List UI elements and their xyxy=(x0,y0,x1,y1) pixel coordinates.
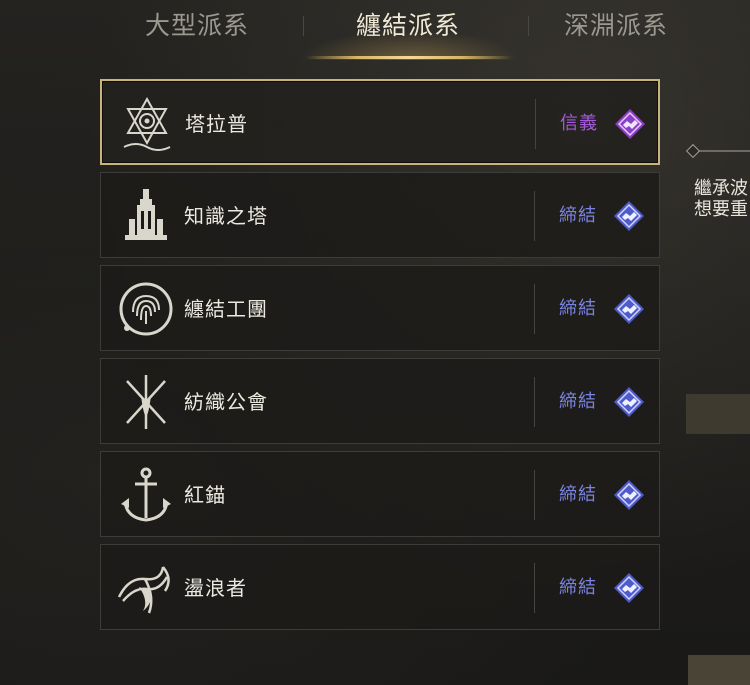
row-divider xyxy=(534,563,535,613)
row-divider xyxy=(534,191,535,241)
fingerprint-emblem-icon xyxy=(119,282,173,336)
relation-status: 締結 xyxy=(559,391,597,412)
row-divider xyxy=(534,470,535,520)
handshake-badge-icon xyxy=(614,294,644,324)
faction-tabs: 大型派系 纏結派系 深淵派系 xyxy=(0,0,750,62)
faction-name: 紅錨 xyxy=(184,483,226,507)
wave-emblem-icon xyxy=(117,566,170,614)
active-tab-underline xyxy=(306,56,512,59)
tab-abyss-factions[interactable]: 深淵派系 xyxy=(536,6,696,46)
tab-major-factions[interactable]: 大型派系 xyxy=(117,6,277,46)
relation-status: 締結 xyxy=(559,298,597,319)
detail-action-button[interactable] xyxy=(686,394,750,434)
tower-of-knowledge-emblem-icon xyxy=(125,189,167,240)
detail-header-diamond xyxy=(685,143,701,159)
relation-status: 締結 xyxy=(559,577,597,598)
handshake-badge-icon xyxy=(614,480,644,510)
tab-separator xyxy=(303,16,304,36)
relation-status: 信義 xyxy=(560,113,598,134)
anchor-emblem-icon xyxy=(121,467,171,522)
row-divider xyxy=(534,284,535,334)
faction-row-weavers-guild[interactable]: 紡織公會 締結 xyxy=(100,358,660,444)
crossed-needles-emblem-icon xyxy=(126,375,166,429)
tab-separator xyxy=(528,16,529,36)
relation-status: 締結 xyxy=(559,205,597,226)
faction-row-tarap[interactable]: 塔拉普 信義 xyxy=(100,79,660,165)
row-divider xyxy=(534,377,535,427)
handshake-badge-icon xyxy=(614,201,644,231)
row-divider xyxy=(535,99,536,149)
handshake-badge-icon xyxy=(615,109,645,139)
relation-status: 締結 xyxy=(559,484,597,505)
faction-row-wave-riders[interactable]: 盪浪者 締結 xyxy=(100,544,660,630)
tab-entangled-factions[interactable]: 纏結派系 xyxy=(328,6,488,46)
tarap-star-emblem-icon xyxy=(123,96,171,151)
faction-name: 纏結工團 xyxy=(184,297,268,321)
faction-name: 紡織公會 xyxy=(184,390,268,414)
detail-description: 繼承波 想要重 xyxy=(694,178,750,220)
faction-name: 知識之塔 xyxy=(184,204,268,228)
faction-row-tower-of-knowledge[interactable]: 知識之塔 締結 xyxy=(100,172,660,258)
faction-row-entangled-guild[interactable]: 纏結工團 締結 xyxy=(100,265,660,351)
detail-description-line: 繼承波 xyxy=(694,178,748,199)
handshake-badge-icon xyxy=(614,573,644,603)
faction-name: 塔拉普 xyxy=(185,112,248,136)
detail-description-line: 想要重 xyxy=(694,199,748,220)
faction-row-red-anchor[interactable]: 紅錨 締結 xyxy=(100,451,660,537)
faction-screen: 大型派系 纏結派系 深淵派系 塔拉普 信義 知識之塔 締結 纏結工團 締結 紡織… xyxy=(0,0,750,685)
faction-name: 盪浪者 xyxy=(184,576,247,600)
handshake-badge-icon xyxy=(614,387,644,417)
detail-confirm-button[interactable] xyxy=(688,655,750,685)
